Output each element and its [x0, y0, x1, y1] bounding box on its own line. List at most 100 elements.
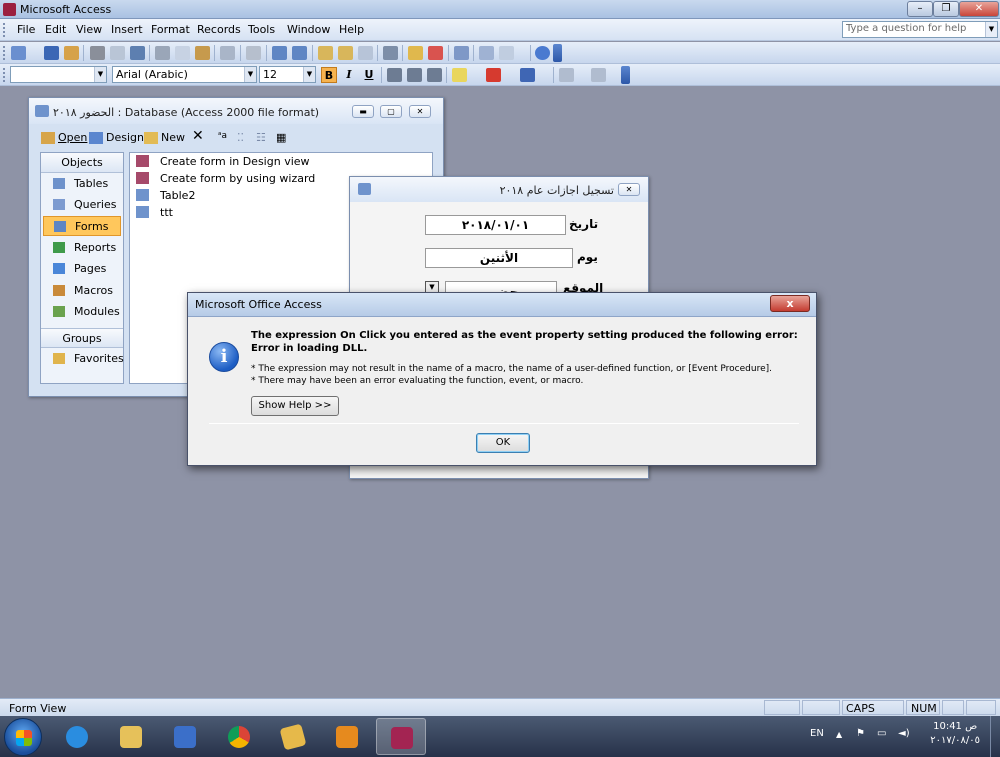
new-icon[interactable]: [144, 132, 158, 144]
font-color-icon[interactable]: [486, 68, 501, 82]
taskbar-media-player[interactable]: [160, 718, 210, 755]
object-modules[interactable]: Modules: [43, 302, 121, 322]
sort-ascending-icon[interactable]: [272, 46, 287, 60]
minimize-button[interactable]: –: [907, 1, 933, 17]
spelling-icon[interactable]: [130, 46, 145, 60]
form-window-titlebar[interactable]: تسجيل اجازات عام ٢٠١٨ ✕: [350, 177, 648, 202]
list-item-table2[interactable]: Table2: [160, 189, 195, 202]
list-view-icon[interactable]: ☷: [256, 131, 266, 144]
chevron-down-icon[interactable]: ▼: [985, 22, 997, 37]
taskbar-app[interactable]: [268, 718, 318, 755]
fill-color-icon[interactable]: [452, 68, 467, 82]
save-icon[interactable]: [44, 46, 59, 60]
chevron-down-icon[interactable]: ▼: [94, 67, 106, 82]
db-minimize-button[interactable]: ▬: [352, 105, 374, 118]
list-item-wizard[interactable]: Create form by using wizard: [160, 172, 315, 185]
db-maximize-button[interactable]: ▢: [380, 105, 402, 118]
copy-icon[interactable]: [175, 46, 190, 60]
design-icon[interactable]: [89, 132, 103, 144]
date-field[interactable]: ٢٠١٨/٠١/٠١: [425, 215, 566, 235]
object-forms[interactable]: Forms: [43, 216, 121, 236]
objects-header[interactable]: Objects: [41, 153, 123, 173]
taskbar-chrome[interactable]: [214, 718, 264, 755]
print-icon[interactable]: [90, 46, 105, 60]
taskbar-outlook[interactable]: [322, 718, 372, 755]
system-clock[interactable]: 10:41 ص ٢٠١٧/٠٨/٠٥: [930, 720, 980, 748]
toolbar-grip[interactable]: [3, 46, 6, 60]
small-icons-icon[interactable]: ⁚⁚: [237, 131, 244, 144]
show-desktop-button[interactable]: [990, 716, 1000, 757]
tray-expand-icon[interactable]: ▲: [836, 730, 842, 739]
menu-tools[interactable]: Tools: [248, 23, 275, 36]
paste-icon[interactable]: [195, 46, 210, 60]
groups-header[interactable]: Groups: [41, 328, 123, 348]
special-effect-icon[interactable]: [591, 68, 606, 82]
filter-by-form-icon[interactable]: [338, 46, 353, 60]
dialog-titlebar[interactable]: Microsoft Office Access x: [188, 293, 816, 317]
help-icon[interactable]: [535, 46, 550, 60]
hyperlink-icon[interactable]: [246, 46, 261, 60]
object-queries[interactable]: Queries: [43, 195, 121, 215]
view-icon[interactable]: [11, 46, 26, 60]
database-window-titlebar[interactable]: الحضور ٢٠١٨ : Database (Access 2000 file…: [29, 98, 443, 124]
show-help-button[interactable]: Show Help >>: [251, 396, 339, 416]
db-close-button[interactable]: ✕: [409, 105, 431, 118]
restore-button[interactable]: ❐: [933, 1, 959, 17]
form-close-button[interactable]: ✕: [618, 183, 640, 196]
large-icons-icon[interactable]: ᵃa: [218, 131, 227, 141]
bold-button[interactable]: B: [321, 67, 337, 83]
language-indicator[interactable]: EN: [810, 728, 824, 739]
menu-view[interactable]: View: [76, 23, 102, 36]
list-item-design-view[interactable]: Create form in Design view: [160, 155, 310, 168]
taskbar-internet-explorer[interactable]: [52, 718, 102, 755]
taskbar-file-explorer[interactable]: [106, 718, 156, 755]
object-macros[interactable]: Macros: [43, 281, 121, 301]
line-width-icon[interactable]: [559, 68, 574, 82]
toolbar-grip[interactable]: [3, 68, 6, 82]
apply-filter-icon[interactable]: [358, 46, 373, 60]
menu-records[interactable]: Records: [197, 23, 241, 36]
help-search-input[interactable]: Type a question for help ▼: [842, 21, 998, 38]
font-name-combo[interactable]: Arial (Arabic) ▼: [112, 66, 257, 83]
details-view-icon[interactable]: ▦: [276, 131, 286, 144]
align-center-icon[interactable]: [407, 68, 422, 82]
new-record-icon[interactable]: [408, 46, 423, 60]
find-icon[interactable]: [383, 46, 398, 60]
ok-button[interactable]: OK: [476, 433, 530, 453]
line-color-icon[interactable]: [520, 68, 535, 82]
menu-help[interactable]: Help: [339, 23, 364, 36]
delete-record-icon[interactable]: [428, 46, 443, 60]
object-pages[interactable]: Pages: [43, 259, 121, 279]
toolbar-options-icon[interactable]: [553, 44, 562, 62]
underline-button[interactable]: U: [361, 67, 377, 83]
network-icon[interactable]: ▭: [877, 728, 886, 739]
new-object-icon[interactable]: [499, 46, 514, 60]
open-button[interactable]: Open: [58, 131, 87, 144]
file-search-icon[interactable]: [64, 46, 79, 60]
day-field[interactable]: الأثنين: [425, 248, 573, 268]
volume-icon[interactable]: ◄): [898, 728, 910, 739]
chevron-down-icon[interactable]: ▼: [244, 67, 256, 82]
cut-icon[interactable]: [155, 46, 170, 60]
database-window-icon[interactable]: [479, 46, 494, 60]
list-item-ttt[interactable]: ttt: [160, 206, 173, 219]
menu-window[interactable]: Window: [287, 23, 330, 36]
undo-icon[interactable]: [220, 46, 235, 60]
new-button[interactable]: New: [161, 131, 185, 144]
delete-icon[interactable]: ✕: [192, 128, 204, 144]
taskbar-access[interactable]: [376, 718, 426, 755]
menu-file[interactable]: File: [17, 23, 35, 36]
start-button[interactable]: [4, 718, 42, 756]
chevron-down-icon[interactable]: ▼: [303, 67, 315, 82]
italic-button[interactable]: I: [341, 67, 357, 83]
flag-icon[interactable]: ⚑: [856, 728, 865, 739]
object-tables[interactable]: Tables: [43, 174, 121, 194]
design-button[interactable]: Design: [106, 131, 144, 144]
font-size-combo[interactable]: 12 ▼: [259, 66, 316, 83]
object-combo[interactable]: ▼: [10, 66, 107, 83]
dialog-close-button[interactable]: x: [770, 295, 810, 312]
sort-descending-icon[interactable]: [292, 46, 307, 60]
align-left-icon[interactable]: [387, 68, 402, 82]
close-button[interactable]: ✕: [959, 1, 999, 17]
menubar-grip[interactable]: [3, 23, 6, 37]
